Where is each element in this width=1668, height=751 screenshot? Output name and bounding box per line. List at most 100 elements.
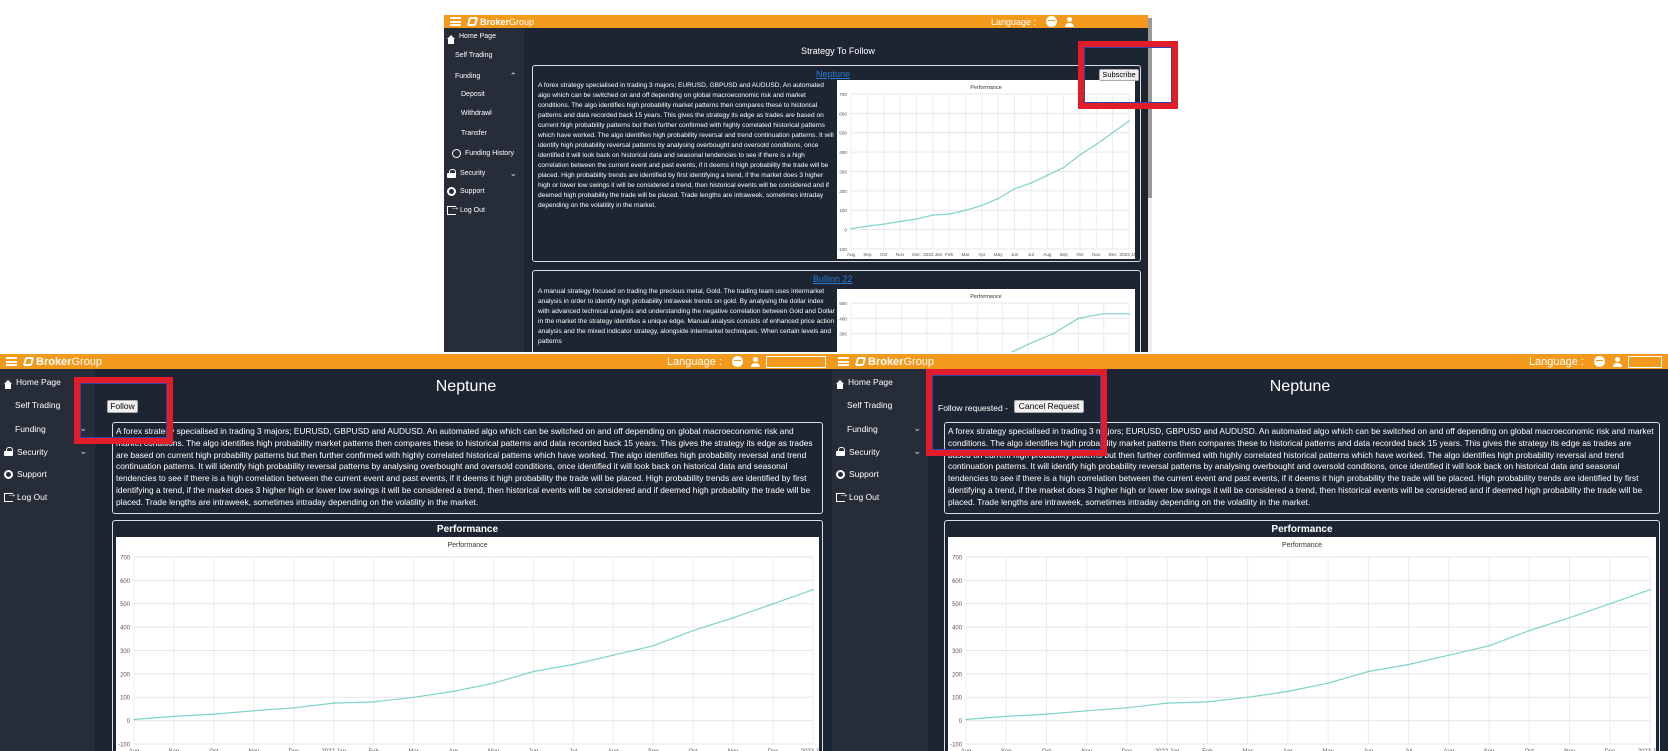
data-point	[964, 209, 967, 212]
y-tick-label: 700	[120, 555, 131, 561]
brand-logo[interactable]: Broker Group	[854, 355, 935, 368]
chevron-down-icon: ⌄	[79, 446, 87, 456]
y-tick-label: 500	[839, 131, 847, 136]
nav-home[interactable]: Home Page	[4, 377, 61, 389]
nav-security[interactable]: Security ⌄	[4, 446, 87, 457]
y-tick-label: 300	[839, 332, 847, 337]
nav-home[interactable]: Home Page	[447, 33, 496, 44]
nav-self-trading[interactable]: Self Trading	[847, 400, 892, 410]
data-point	[1488, 645, 1490, 647]
user-name-box[interactable]	[766, 355, 826, 368]
y-tick-label: 200	[952, 672, 963, 678]
strategy-name-link[interactable]: Neptune	[816, 69, 850, 79]
nav-support[interactable]: Support	[836, 469, 879, 479]
x-tick-label: Nov	[896, 252, 905, 257]
user-icon[interactable]	[751, 356, 760, 367]
nav-logout[interactable]: Log Out	[836, 489, 879, 502]
chart-title: Performance	[970, 294, 1002, 300]
chevron-down-icon: ⌄	[509, 168, 517, 178]
performance-card: Performance Performance -100 0 100 200 300 400…	[112, 520, 825, 751]
nav-logout[interactable]: Log Out	[4, 489, 48, 502]
x-tick-label: Apr	[978, 252, 986, 257]
data-point	[253, 710, 255, 712]
logout-icon	[4, 489, 17, 502]
x-tick-label: Feb	[945, 252, 953, 257]
data-point	[1407, 663, 1410, 666]
user-icon[interactable]	[1613, 356, 1622, 367]
x-tick-label: Mar	[961, 252, 969, 257]
nav-transfer[interactable]: Transfer	[461, 130, 487, 137]
menu-icon[interactable]	[838, 357, 849, 366]
nav-home-label: Home Page	[848, 377, 893, 387]
nav-logout[interactable]: Log Out	[447, 202, 485, 215]
performance-chart-svg: Performance 300 400 500	[839, 294, 1130, 352]
globe-icon[interactable]	[1594, 356, 1605, 367]
y-tick-label: 400	[839, 316, 847, 321]
data-point	[572, 663, 575, 666]
data-point	[332, 702, 335, 704]
user-name-box[interactable]	[1628, 355, 1662, 368]
globe-icon[interactable]	[732, 356, 743, 367]
data-point	[1052, 332, 1054, 335]
y-tick-label: 600	[120, 579, 131, 585]
data-point	[1079, 154, 1081, 156]
x-tick-label: Jul	[1028, 252, 1034, 257]
brand-logo[interactable]: Broker Group	[466, 17, 534, 27]
nav-security[interactable]: Security ⌄	[447, 168, 517, 179]
data-point	[931, 214, 934, 216]
data-point	[1246, 696, 1249, 699]
nav-funding-history-label: Funding History	[465, 150, 515, 157]
nav-withdrawl[interactable]: Withdrawl	[461, 110, 492, 117]
nav-funding-label: Funding	[847, 423, 878, 434]
data-point	[1206, 701, 1209, 703]
nav-self-trading[interactable]: Self Trading	[15, 400, 60, 410]
chevron-down-icon: ⌄	[913, 423, 921, 433]
globe-icon[interactable]	[1046, 16, 1057, 27]
nav-home[interactable]: Home Page	[836, 377, 893, 389]
brand-name: Broker	[868, 355, 904, 368]
data-point	[997, 197, 999, 200]
data-point	[732, 616, 734, 619]
nav-logout-label: Log Out	[17, 492, 48, 502]
nav-funding[interactable]: Funding ⌄	[847, 423, 921, 434]
nav-self-trading[interactable]: Self Trading	[455, 52, 492, 59]
data-point	[899, 220, 901, 223]
strategy-description: A forex strategy specialised in trading …	[538, 82, 834, 209]
user-icon[interactable]	[1065, 16, 1074, 27]
y-tick-label: 700	[839, 92, 847, 97]
nav-funding-history[interactable]: Funding History	[452, 149, 514, 158]
data-point	[772, 602, 774, 605]
nav-support-label: Support	[460, 188, 485, 195]
nav-security-label: Security	[460, 170, 486, 177]
data-point	[1077, 317, 1080, 320]
strategy-name-link[interactable]: Bullion 22	[813, 274, 853, 284]
nav-funding-label: Funding	[455, 73, 481, 80]
top-bar: Broker Group Language :	[444, 15, 1152, 28]
nav-support[interactable]: Support	[4, 469, 47, 479]
series-line	[1010, 313, 1129, 352]
nav-deposit[interactable]: Deposit	[461, 91, 485, 98]
x-tick-label: May	[994, 252, 1003, 257]
sidebar: Home Page Self Trading Funding ⌄ Security…	[832, 369, 928, 751]
menu-icon[interactable]	[450, 17, 461, 26]
nav-security[interactable]: Security ⌄	[836, 446, 921, 457]
brand-name-light: Group	[903, 355, 935, 368]
data-point	[213, 713, 215, 715]
nav-security-label: Security	[849, 446, 880, 457]
data-point	[1111, 131, 1114, 134]
y-tick-label: 0	[127, 719, 131, 725]
data-point	[1128, 312, 1130, 315]
logout-icon	[836, 489, 849, 502]
data-point	[1649, 588, 1651, 591]
data-point	[850, 227, 852, 230]
nav-funding[interactable]: Funding ⌃	[455, 71, 517, 82]
brand-logo[interactable]: Broker Group	[22, 356, 102, 368]
performance-card: Performance Performance -100 0 100 200 300 400…	[944, 520, 1662, 751]
strategy-card-bullion: Bullion 22 A manual strategy focused on …	[532, 270, 1141, 352]
series-line	[850, 120, 1130, 230]
menu-icon[interactable]	[6, 357, 17, 366]
data-point	[1030, 182, 1032, 184]
data-point	[532, 670, 535, 673]
x-tick-label: Oct	[880, 252, 888, 257]
nav-support[interactable]: Support	[447, 187, 485, 196]
